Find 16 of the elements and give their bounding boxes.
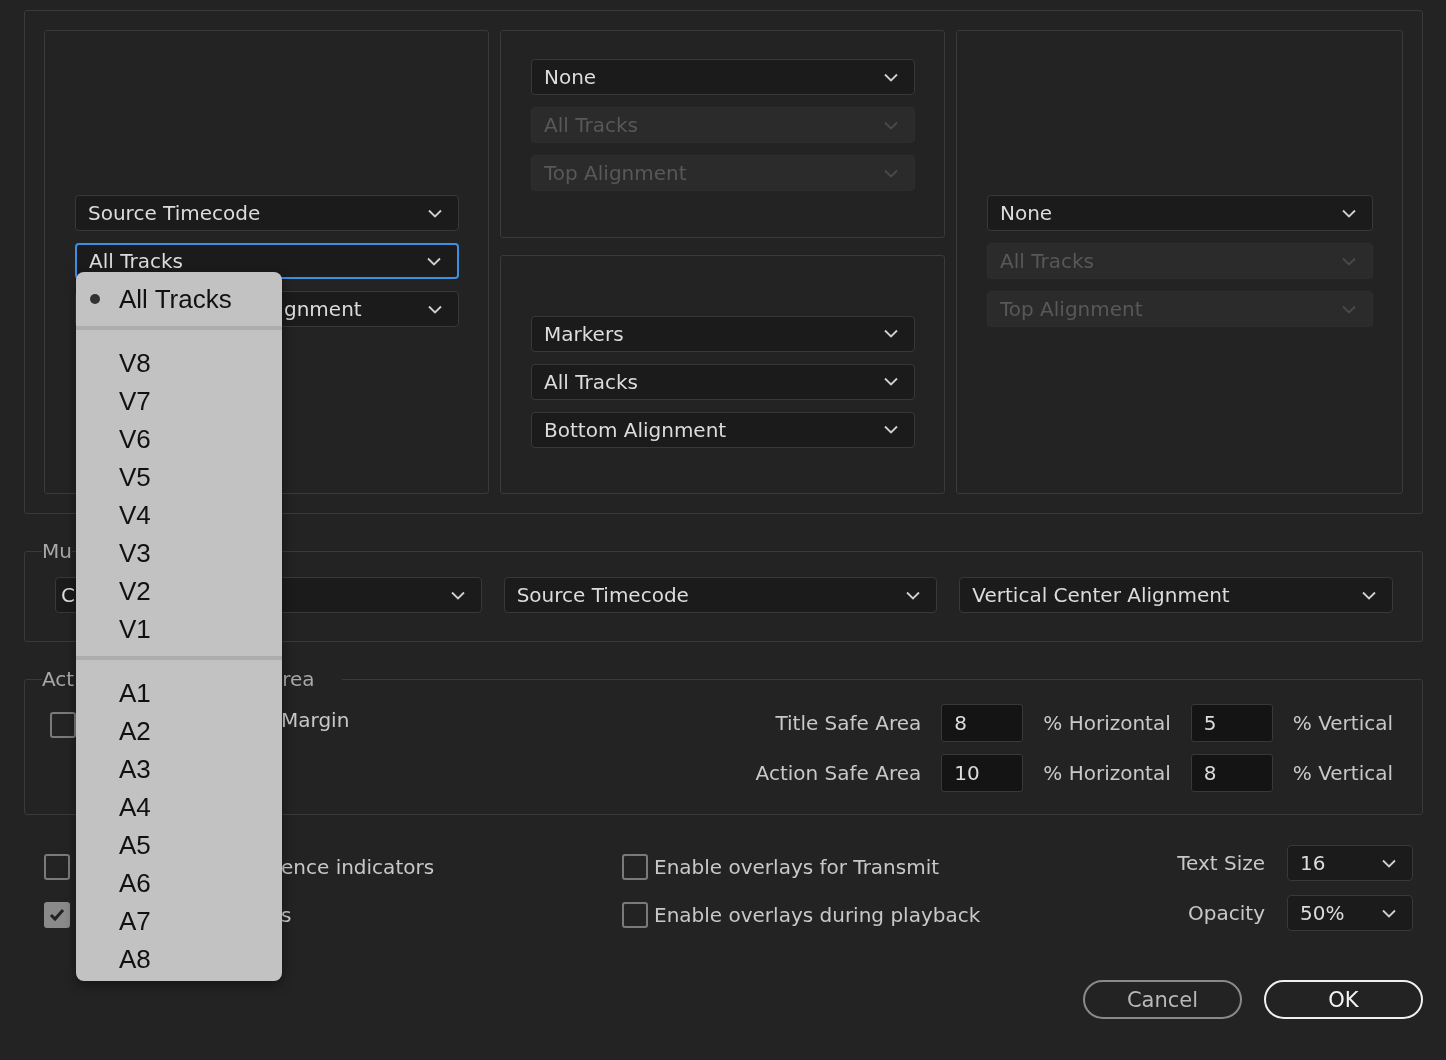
checkbox-label: Enable overlays for Transmit — [654, 855, 940, 879]
checkbox-label: ence indicators — [281, 855, 435, 879]
field-label: Text Size — [1177, 851, 1265, 875]
unit-label: % Vertical — [1292, 761, 1393, 785]
checkbox-label: Enable overlays during playback — [654, 903, 981, 927]
field-label: Opacity — [1188, 901, 1265, 925]
unit-label: % Horizontal — [1043, 711, 1171, 735]
unit-label: % Vertical — [1292, 711, 1393, 735]
section-title: rea — [282, 668, 315, 690]
section-title: Mu — [42, 540, 72, 562]
field-label: Action Safe Area — [755, 761, 922, 785]
section-title: Act — [42, 668, 75, 690]
checkbox-label: s — [281, 903, 292, 927]
checkbox-label: Margin — [281, 708, 350, 732]
unit-label: % Horizontal — [1043, 761, 1171, 785]
field-label: Title Safe Area — [775, 711, 922, 735]
